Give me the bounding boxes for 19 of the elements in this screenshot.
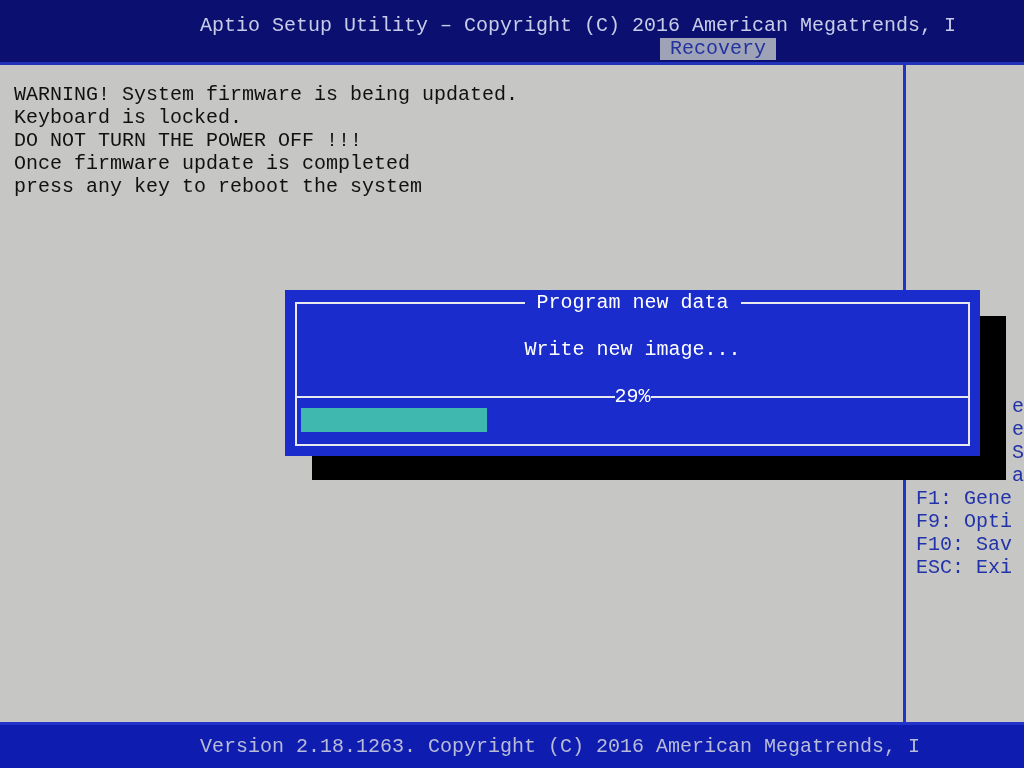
help-text: e [1012, 395, 1024, 418]
help-text: F10: Sav [916, 533, 1013, 556]
help-text: F1: Gene [916, 487, 1013, 510]
help-text: F9: Opti [916, 510, 1013, 533]
warning-text: Keyboard is locked. [14, 106, 244, 129]
help-text: e [1012, 418, 1024, 441]
dialog-title: Program new data [524, 291, 741, 314]
warning-text: WARNING! System firmware is being updated. [14, 83, 520, 106]
help-text: ESC: Exi [916, 556, 1013, 579]
warning-text: Once firmware update is completed [14, 152, 412, 175]
progress-percent: 29% [614, 385, 651, 408]
footer-text: Version 2.18.1263. Copyright (C) 2016 American Megatrends, I [199, 735, 921, 758]
dialog-message: Write new image... [524, 338, 741, 361]
header-title: Aptio Setup Utility – Copyright (C) 2016 American Megatrends, I [199, 13, 957, 37]
warning-text: press any key to reboot the system [14, 175, 424, 198]
warning-text: DO NOT TURN THE POWER OFF !!! [14, 129, 364, 152]
help-text: S [1012, 441, 1024, 464]
help-text: a [1012, 464, 1024, 487]
menu-tab[interactable]: Recovery [660, 38, 776, 60]
